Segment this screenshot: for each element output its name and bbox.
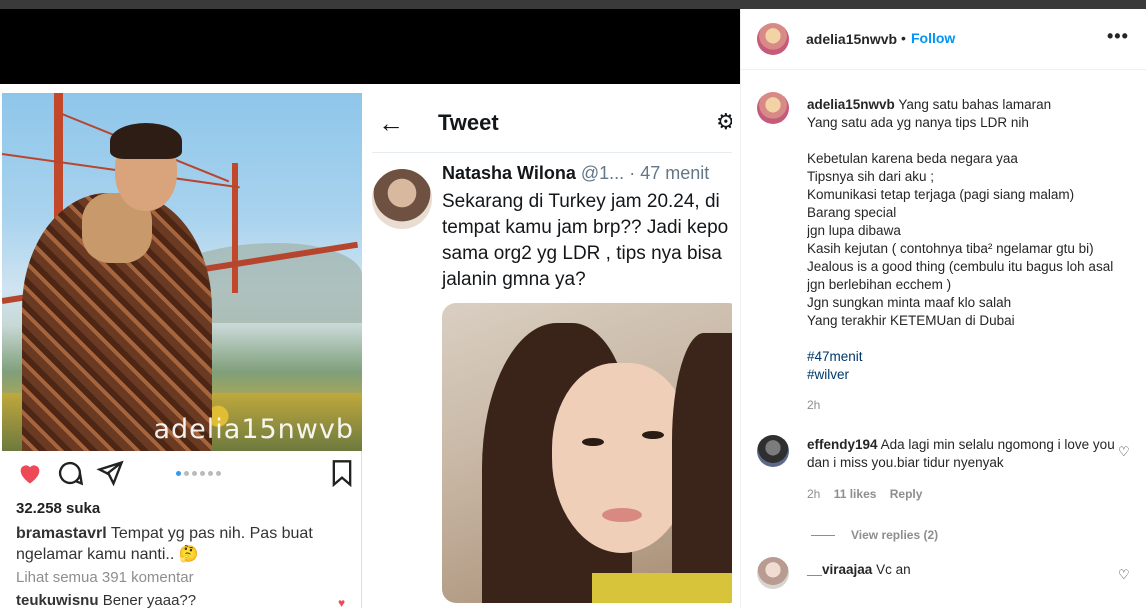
caption-line: adelia15nwvb Yang satu bahas lamaran: [807, 96, 1137, 114]
ig-comment-user: teukuwisnu: [16, 592, 99, 608]
comment-text: effendy194 Ada lagi min selalu ngomong i…: [807, 436, 1117, 472]
tweet-author-handle: @1...: [580, 163, 625, 183]
tweet-author-name: Natasha Wilona: [442, 163, 576, 183]
share-icon: [96, 460, 124, 487]
tweet-title: Tweet: [438, 110, 499, 135]
view-replies-button[interactable]: View replies (2): [851, 528, 938, 542]
gear-icon: ⚙: [716, 109, 732, 134]
tweet-text: Sekarang di Turkey jam 20.24, di tempat …: [442, 191, 729, 290]
ig-action-bar: [14, 459, 354, 489]
watermark-text: adelia15nwvb: [153, 414, 354, 445]
reply-button[interactable]: Reply: [890, 487, 923, 501]
caption-line: Kasih kejutan ( contohnya tiba² ngelamar…: [807, 241, 1094, 256]
caption-line: Jgn sungkan minta maaf klo salah: [807, 295, 1012, 310]
caption-line: jgn berlebihan ecchem ): [807, 277, 952, 292]
comments-scroll[interactable]: adelia15nwvb Yang satu bahas lamaran Yan…: [741, 70, 1146, 608]
caption-line: jgn lupa dibawa: [807, 223, 901, 238]
ig-caption: bramastavrl Tempat yg pas nih. Pas buat …: [16, 523, 346, 565]
carousel-dots: [176, 471, 221, 476]
ig-caption-user: bramastavrl: [16, 525, 107, 542]
caption-line: Barang special: [807, 205, 897, 220]
comment-time: 2h: [807, 487, 821, 501]
caption-time: 2h: [807, 398, 821, 412]
header-username[interactable]: adelia15nwvb: [806, 31, 897, 47]
mini-heart-icon: ♥: [338, 596, 346, 608]
caption-line: Kebetulan karena beda negara yaa: [807, 151, 1018, 166]
caption-text: Yang satu bahas lamaran: [898, 97, 1052, 112]
person-hair: [110, 123, 182, 159]
follow-button[interactable]: Follow: [911, 30, 955, 46]
ig-comment: teukuwisnu Bener yaaa??: [16, 592, 196, 608]
ig-view-all: Lihat semua 391 komentar: [16, 569, 194, 586]
avatar[interactable]: [757, 23, 789, 55]
bookmark-icon: [332, 460, 352, 487]
caption-avatar[interactable]: [757, 92, 789, 124]
post-sidebar: adelia15nwvb • Follow ••• adelia15nwvb Y…: [740, 9, 1146, 608]
comment-username[interactable]: __viraajaa: [807, 562, 872, 577]
comment-icon: [58, 462, 84, 486]
photo-eye: [582, 438, 604, 446]
caption-line: Komunikasi tetap terjaga (pagi siang mal…: [807, 187, 1075, 202]
ig-likes: 32.258 suka: [16, 500, 101, 517]
window-top-bar: [0, 0, 1146, 9]
more-options-icon[interactable]: •••: [1107, 26, 1129, 47]
caption-line: Jealous is a good thing (cembulu itu bag…: [807, 259, 1114, 274]
caption-line: Yang terakhir KETEMUan di Dubai: [807, 313, 1015, 328]
tweet-avatar: [372, 169, 432, 229]
comment-likes[interactable]: 11 likes: [834, 487, 877, 501]
hashtag-link[interactable]: #wilver: [807, 366, 1137, 384]
media-collage: adelia15nwvb 32.258 suka bramastavrl Tem…: [0, 84, 740, 608]
like-comment-heart-icon[interactable]: ♡: [1118, 444, 1130, 460]
comment-meta: 2h 11 likes Reply: [807, 487, 922, 501]
back-arrow-icon: ←: [378, 108, 404, 138]
ig-photo: adelia15nwvb: [2, 93, 362, 451]
post-header: adelia15nwvb • Follow •••: [741, 9, 1146, 70]
tweet-header: ← Tweet ⚙: [372, 93, 732, 153]
photo-face: [552, 363, 692, 553]
tweet-time: · 47 menit: [629, 163, 710, 183]
caption-username[interactable]: adelia15nwvb: [807, 97, 895, 112]
comment-body: Vc an: [876, 562, 911, 577]
comment-avatar[interactable]: [757, 557, 789, 589]
comment-username[interactable]: effendy194: [807, 437, 878, 452]
comment-avatar[interactable]: [757, 435, 789, 467]
caption-line: [807, 330, 1137, 348]
heart-filled-icon: [20, 465, 40, 484]
caption-line: Tipsnya sih dari aku ;: [807, 169, 935, 184]
photo-eye: [642, 431, 664, 439]
bridge-tower: [232, 163, 238, 293]
caption-line: Yang satu ada yg nanya tips LDR nih: [807, 115, 1029, 130]
post-media[interactable]: adelia15nwvb 32.258 suka bramastavrl Tem…: [0, 9, 740, 608]
header-dot: •: [901, 30, 906, 46]
post-caption: adelia15nwvb Yang satu bahas lamaran Yan…: [807, 96, 1137, 384]
comment-text: __viraajaa Vc an: [807, 561, 1117, 579]
view-replies-line: [811, 535, 835, 536]
photo-hair: [672, 333, 732, 603]
tweet-screenshot: ← Tweet ⚙ Natasha Wilona @1... · 47 meni…: [372, 93, 732, 608]
photo-shirt: [592, 573, 732, 603]
photo-lips: [602, 508, 642, 522]
instagram-screenshot: adelia15nwvb 32.258 suka bramastavrl Tem…: [2, 93, 362, 608]
caption-line: [807, 132, 1137, 150]
like-comment-heart-icon[interactable]: ♡: [1118, 567, 1130, 583]
hashtag-link[interactable]: #47menit: [807, 348, 1137, 366]
tweet-author: Natasha Wilona @1... · 47 menit: [442, 163, 709, 184]
ig-comment-text: Bener yaaa??: [102, 592, 197, 608]
tweet-photo: [442, 303, 732, 603]
